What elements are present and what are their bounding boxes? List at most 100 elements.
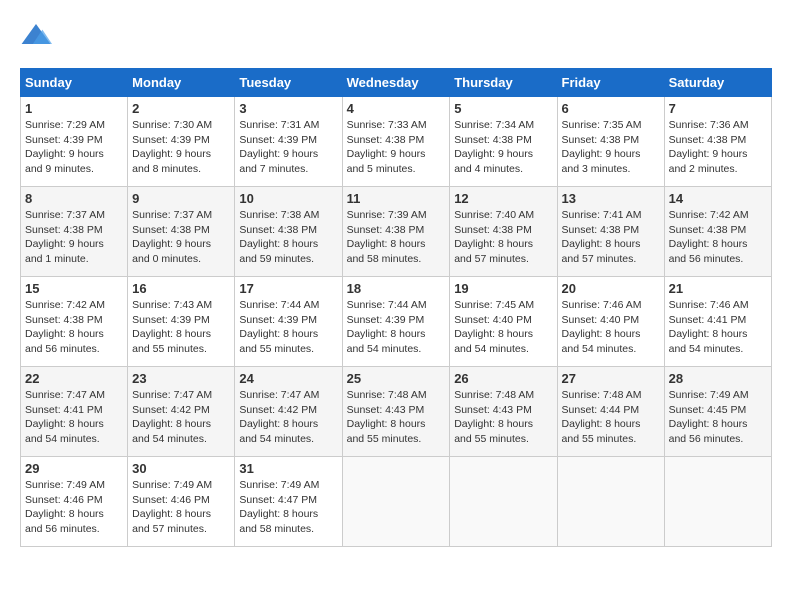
day-number-3: 3 (239, 101, 337, 116)
day-number-4: 4 (347, 101, 446, 116)
calendar-day-11: 11 Sunrise: 7:39 AMSunset: 4:38 PMDayligh… (342, 187, 450, 277)
calendar-week-5: 29 Sunrise: 7:49 AMSunset: 4:46 PMDayligh… (21, 457, 772, 547)
day-number-23: 23 (132, 371, 230, 386)
day-number-25: 25 (347, 371, 446, 386)
day-number-28: 28 (669, 371, 767, 386)
calendar-day-22: 22 Sunrise: 7:47 AMSunset: 4:41 PMDayligh… (21, 367, 128, 457)
page-header (20, 20, 772, 52)
day-number-8: 8 (25, 191, 123, 206)
day-info-1: Sunrise: 7:29 AMSunset: 4:39 PMDaylight:… (25, 118, 123, 177)
calendar-day-12: 12Sunrise: 7:40 AMSunset: 4:38 PMDayligh… (450, 187, 557, 277)
calendar-week-4: 22 Sunrise: 7:47 AMSunset: 4:41 PMDayligh… (21, 367, 772, 457)
calendar-day-19: 19 Sunrise: 7:45 AMSunset: 4:40 PMDayligh… (450, 277, 557, 367)
weekday-header-thursday: Thursday (450, 69, 557, 97)
day-number-20: 20 (562, 281, 660, 296)
day-info-3: Sunrise: 7:31 AMSunset: 4:39 PMDaylight:… (239, 118, 337, 177)
day-info-7: Sunrise: 7:36 AMSunset: 4:38 PMDaylight:… (669, 118, 767, 177)
day-number-2: 2 (132, 101, 230, 116)
calendar-day-20: 20 Sunrise: 7:46 AMSunset: 4:40 PMDayligh… (557, 277, 664, 367)
day-info-9: Sunrise: 7:37 AMSunset: 4:38 PMDaylight:… (132, 208, 230, 267)
day-number-9: 9 (132, 191, 230, 206)
day-number-6: 6 (562, 101, 660, 116)
day-info-2: Sunrise: 7:30 AMSunset: 4:39 PMDaylight:… (132, 118, 230, 177)
day-number-30: 30 (132, 461, 230, 476)
day-info-28: Sunrise: 7:49 AMSunset: 4:45 PMDaylight:… (669, 388, 767, 447)
calendar-day-14: 14Sunrise: 7:42 AMSunset: 4:38 PMDayligh… (664, 187, 771, 277)
calendar-week-2: 8 Sunrise: 7:37 AMSunset: 4:38 PMDaylight… (21, 187, 772, 277)
day-info-18: Sunrise: 7:44 AMSunset: 4:39 PMDaylight:… (347, 298, 446, 357)
calendar-week-1: 1Sunrise: 7:29 AMSunset: 4:39 PMDaylight… (21, 97, 772, 187)
day-info-31: Sunrise: 7:49 AMSunset: 4:47 PMDaylight:… (239, 478, 337, 537)
calendar-day-13: 13 Sunrise: 7:41 AMSunset: 4:38 PMDayligh… (557, 187, 664, 277)
calendar-day-21: 21Sunrise: 7:46 AMSunset: 4:41 PMDayligh… (664, 277, 771, 367)
day-info-13: Sunrise: 7:41 AMSunset: 4:38 PMDaylight:… (562, 208, 660, 267)
day-info-17: Sunrise: 7:44 AMSunset: 4:39 PMDaylight:… (239, 298, 337, 357)
calendar-day-24: 24 Sunrise: 7:47 AMSunset: 4:42 PMDayligh… (235, 367, 342, 457)
empty-cell (557, 457, 664, 547)
calendar-day-17: 17 Sunrise: 7:44 AMSunset: 4:39 PMDayligh… (235, 277, 342, 367)
day-number-19: 19 (454, 281, 552, 296)
empty-cell (450, 457, 557, 547)
day-number-14: 14 (669, 191, 767, 206)
logo-icon (20, 20, 52, 52)
calendar-day-9: 9 Sunrise: 7:37 AMSunset: 4:38 PMDaylight… (128, 187, 235, 277)
day-number-13: 13 (562, 191, 660, 206)
day-info-4: Sunrise: 7:33 AMSunset: 4:38 PMDaylight:… (347, 118, 446, 177)
day-info-26: Sunrise: 7:48 AMSunset: 4:43 PMDaylight:… (454, 388, 552, 447)
weekday-header-row: SundayMondayTuesdayWednesdayThursdayFrid… (21, 69, 772, 97)
day-number-11: 11 (347, 191, 446, 206)
day-info-19: Sunrise: 7:45 AMSunset: 4:40 PMDaylight:… (454, 298, 552, 357)
calendar-day-15: 15 Sunrise: 7:42 AMSunset: 4:38 PMDayligh… (21, 277, 128, 367)
day-info-23: Sunrise: 7:47 AMSunset: 4:42 PMDaylight:… (132, 388, 230, 447)
day-info-27: Sunrise: 7:48 AMSunset: 4:44 PMDaylight:… (562, 388, 660, 447)
day-info-5: Sunrise: 7:34 AMSunset: 4:38 PMDaylight:… (454, 118, 552, 177)
calendar-day-23: 23 Sunrise: 7:47 AMSunset: 4:42 PMDayligh… (128, 367, 235, 457)
empty-cell (342, 457, 450, 547)
day-info-6: Sunrise: 7:35 AMSunset: 4:38 PMDaylight:… (562, 118, 660, 177)
day-number-15: 15 (25, 281, 123, 296)
calendar-day-5: 5 Sunrise: 7:34 AMSunset: 4:38 PMDaylight… (450, 97, 557, 187)
calendar-day-26: 26 Sunrise: 7:48 AMSunset: 4:43 PMDayligh… (450, 367, 557, 457)
calendar-day-4: 4 Sunrise: 7:33 AMSunset: 4:38 PMDaylight… (342, 97, 450, 187)
day-info-11: Sunrise: 7:39 AMSunset: 4:38 PMDaylight:… (347, 208, 446, 267)
day-info-15: Sunrise: 7:42 AMSunset: 4:38 PMDaylight:… (25, 298, 123, 357)
day-number-7: 7 (669, 101, 767, 116)
calendar-day-18: 18Sunrise: 7:44 AMSunset: 4:39 PMDayligh… (342, 277, 450, 367)
calendar-table: SundayMondayTuesdayWednesdayThursdayFrid… (20, 68, 772, 547)
day-number-10: 10 (239, 191, 337, 206)
weekday-header-monday: Monday (128, 69, 235, 97)
day-info-10: Sunrise: 7:38 AMSunset: 4:38 PMDaylight:… (239, 208, 337, 267)
day-info-29: Sunrise: 7:49 AMSunset: 4:46 PMDaylight:… (25, 478, 123, 537)
day-number-5: 5 (454, 101, 552, 116)
day-info-24: Sunrise: 7:47 AMSunset: 4:42 PMDaylight:… (239, 388, 337, 447)
calendar-day-6: 6 Sunrise: 7:35 AMSunset: 4:38 PMDaylight… (557, 97, 664, 187)
calendar-day-16: 16 Sunrise: 7:43 AMSunset: 4:39 PMDayligh… (128, 277, 235, 367)
calendar-day-28: 28 Sunrise: 7:49 AMSunset: 4:45 PMDayligh… (664, 367, 771, 457)
day-number-27: 27 (562, 371, 660, 386)
day-number-22: 22 (25, 371, 123, 386)
weekday-header-friday: Friday (557, 69, 664, 97)
day-number-26: 26 (454, 371, 552, 386)
weekday-header-saturday: Saturday (664, 69, 771, 97)
day-info-20: Sunrise: 7:46 AMSunset: 4:40 PMDaylight:… (562, 298, 660, 357)
calendar-day-2: 2 Sunrise: 7:30 AMSunset: 4:39 PMDaylight… (128, 97, 235, 187)
calendar-body: 1Sunrise: 7:29 AMSunset: 4:39 PMDaylight… (21, 97, 772, 547)
day-info-25: Sunrise: 7:48 AMSunset: 4:43 PMDaylight:… (347, 388, 446, 447)
calendar-day-3: 3 Sunrise: 7:31 AMSunset: 4:39 PMDaylight… (235, 97, 342, 187)
calendar-day-10: 10 Sunrise: 7:38 AMSunset: 4:38 PMDayligh… (235, 187, 342, 277)
day-info-16: Sunrise: 7:43 AMSunset: 4:39 PMDaylight:… (132, 298, 230, 357)
calendar-day-31: 31Sunrise: 7:49 AMSunset: 4:47 PMDayligh… (235, 457, 342, 547)
day-info-22: Sunrise: 7:47 AMSunset: 4:41 PMDaylight:… (25, 388, 123, 447)
day-info-8: Sunrise: 7:37 AMSunset: 4:38 PMDaylight:… (25, 208, 123, 267)
day-info-12: Sunrise: 7:40 AMSunset: 4:38 PMDaylight:… (454, 208, 552, 267)
day-number-16: 16 (132, 281, 230, 296)
empty-cell (664, 457, 771, 547)
weekday-header-tuesday: Tuesday (235, 69, 342, 97)
day-number-24: 24 (239, 371, 337, 386)
weekday-header-wednesday: Wednesday (342, 69, 450, 97)
day-number-29: 29 (25, 461, 123, 476)
day-number-21: 21 (669, 281, 767, 296)
calendar-day-29: 29 Sunrise: 7:49 AMSunset: 4:46 PMDayligh… (21, 457, 128, 547)
day-number-17: 17 (239, 281, 337, 296)
calendar-week-3: 15 Sunrise: 7:42 AMSunset: 4:38 PMDayligh… (21, 277, 772, 367)
